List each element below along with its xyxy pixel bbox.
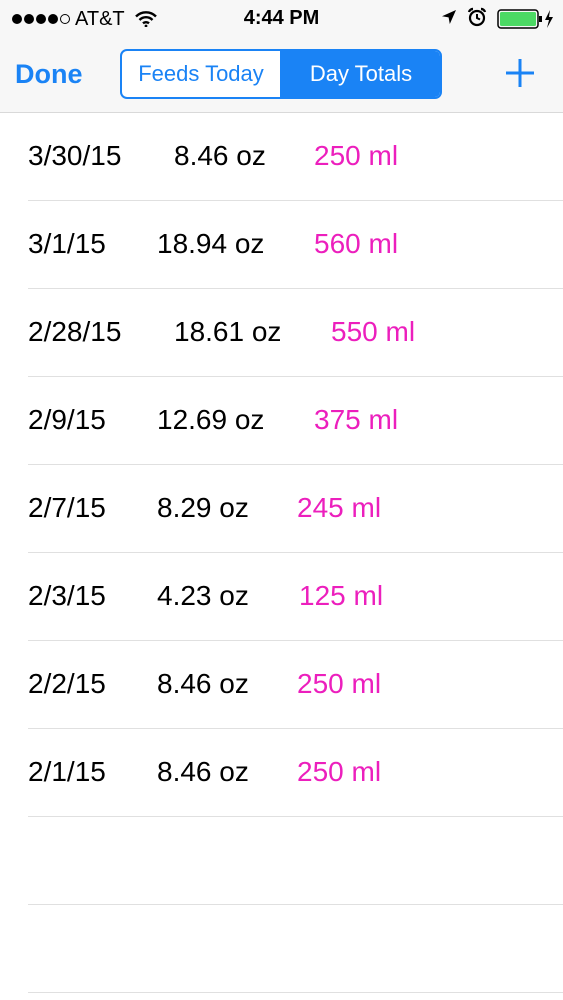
location-arrow-icon bbox=[441, 9, 457, 30]
segment-feeds-today[interactable]: Feeds Today bbox=[122, 51, 282, 97]
row-oz: 8.46 oz bbox=[157, 668, 249, 699]
row-date: 2/2/15 bbox=[28, 668, 106, 699]
day-totals-table: 3/30/15 8.46 oz 250 ml 3/1/15 18.94 oz 5… bbox=[0, 113, 563, 993]
row-ml: 245 ml bbox=[297, 492, 382, 523]
row-date: 2/28/15 bbox=[28, 316, 122, 347]
add-button[interactable] bbox=[504, 57, 536, 89]
row-oz: 18.94 oz bbox=[157, 228, 265, 259]
row-date: 2/9/15 bbox=[28, 404, 106, 435]
segmented-control: Feeds Today Day Totals bbox=[120, 49, 442, 99]
row-ml: 125 ml bbox=[299, 580, 384, 611]
row-date: 2/1/15 bbox=[28, 756, 106, 787]
battery-charging-icon bbox=[497, 8, 555, 30]
row-oz: 12.69 oz bbox=[157, 404, 265, 435]
table-row[interactable]: 2/3/15 4.23 oz 125 ml bbox=[28, 553, 563, 641]
alarm-clock-icon bbox=[467, 7, 487, 32]
table-row[interactable]: 2/9/15 12.69 oz 375 ml bbox=[28, 377, 563, 465]
nav-bar: Done Feeds Today Day Totals bbox=[0, 38, 563, 113]
status-bar: AT&T 4:44 PM bbox=[0, 0, 563, 38]
row-oz: 8.46 oz bbox=[174, 140, 266, 171]
table-row[interactable]: 2/2/15 8.46 oz 250 ml bbox=[28, 641, 563, 729]
table-row[interactable]: 2/7/15 8.29 oz 245 ml bbox=[28, 465, 563, 553]
row-oz: 4.23 oz bbox=[157, 580, 249, 611]
status-right bbox=[441, 6, 555, 32]
table-row[interactable]: 3/1/15 18.94 oz 560 ml bbox=[28, 201, 563, 289]
table-row[interactable]: 2/28/15 18.61 oz 550 ml bbox=[28, 289, 563, 377]
row-ml: 550 ml bbox=[331, 316, 416, 347]
table-row[interactable]: 3/30/15 8.46 oz 250 ml bbox=[28, 113, 563, 201]
row-date: 3/30/15 bbox=[28, 140, 122, 171]
row-oz: 18.61 oz bbox=[174, 316, 282, 347]
row-date: 2/3/15 bbox=[28, 580, 106, 611]
row-ml: 375 ml bbox=[314, 404, 399, 435]
plus-icon bbox=[506, 59, 534, 87]
row-date: 3/1/15 bbox=[28, 228, 106, 259]
empty-table-row bbox=[28, 817, 563, 905]
empty-table-row bbox=[28, 905, 563, 993]
row-ml: 250 ml bbox=[297, 668, 382, 699]
segment-day-totals[interactable]: Day Totals bbox=[282, 51, 440, 97]
row-oz: 8.46 oz bbox=[157, 756, 249, 787]
row-ml: 250 ml bbox=[297, 756, 382, 787]
done-button[interactable]: Done bbox=[15, 59, 83, 90]
row-date: 2/7/15 bbox=[28, 492, 106, 523]
row-oz: 8.29 oz bbox=[157, 492, 249, 523]
row-ml: 560 ml bbox=[314, 228, 399, 259]
table-row[interactable]: 2/1/15 8.46 oz 250 ml bbox=[28, 729, 563, 817]
row-ml: 250 ml bbox=[314, 140, 399, 171]
